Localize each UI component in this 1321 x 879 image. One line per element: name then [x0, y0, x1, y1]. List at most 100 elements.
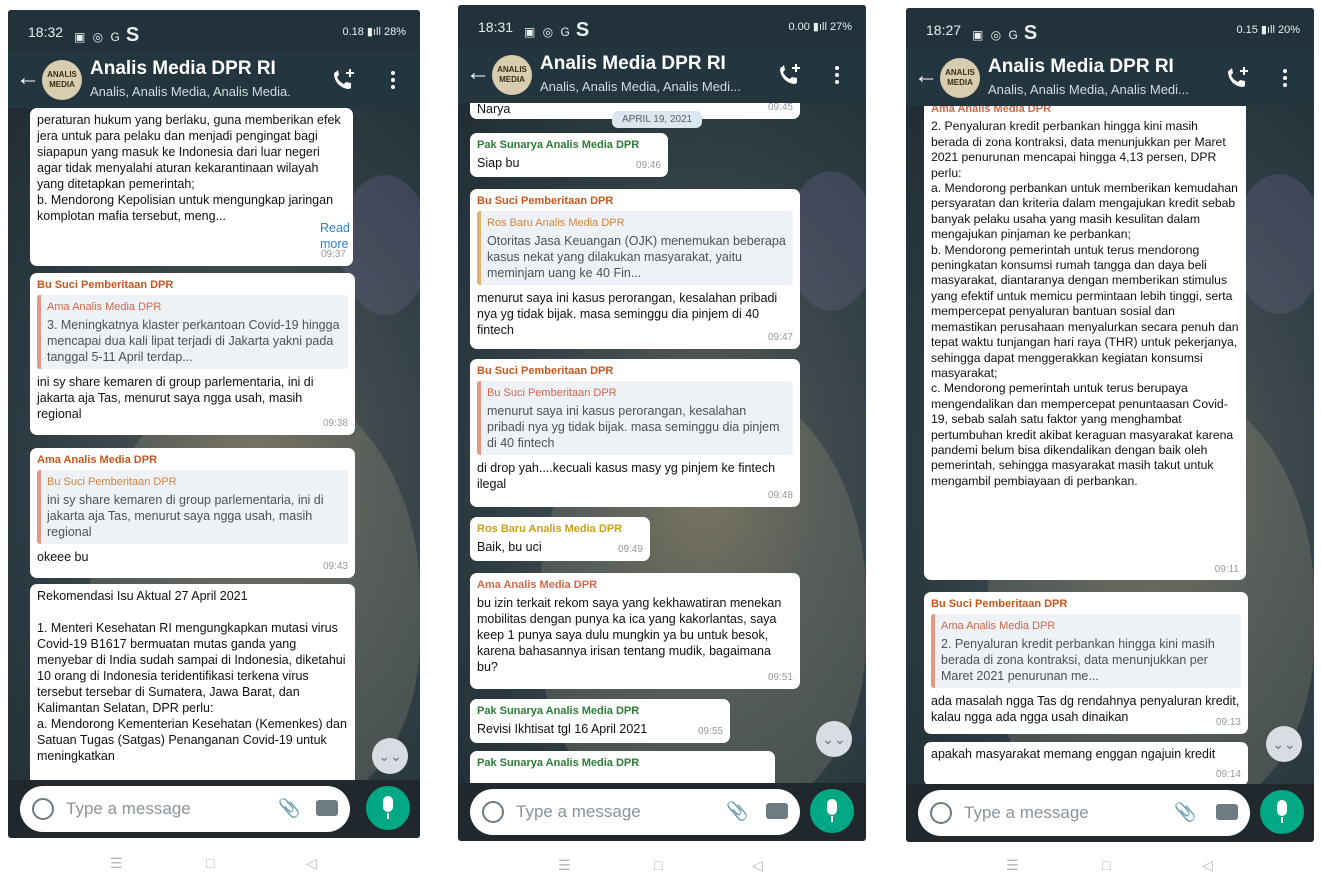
attach-icon[interactable]: 📎	[278, 798, 300, 819]
message-bubble[interactable]: Ros Baru Analis Media DPR Baik, bu uci 0…	[470, 517, 650, 561]
message-bubble[interactable]: apakah masyarakat memang enggan ngajuin …	[924, 742, 1248, 784]
message-bubble[interactable]: Pak Sunarya Analis Media DPR	[470, 751, 775, 783]
mic-button[interactable]	[366, 786, 410, 830]
quoted-message[interactable]: Ros Baru Analis Media DPR Otoritas Jasa …	[477, 211, 793, 285]
add-call-icon[interactable]	[776, 61, 804, 89]
quoted-message[interactable]: Bu Suci Pemberitaan DPR ini sy share kem…	[37, 470, 348, 544]
chat-title[interactable]: Analis Media DPR RI	[540, 53, 726, 75]
overflow-menu-icon[interactable]	[388, 68, 398, 92]
add-call-icon[interactable]	[1224, 64, 1252, 92]
back-arrow-icon[interactable]: ←	[466, 61, 490, 85]
message-bubble[interactable]: Bu Suci Pemberitaan DPR Ros Baru Analis …	[470, 189, 800, 349]
mic-icon	[827, 799, 837, 815]
scroll-down-button[interactable]: ⌄⌄	[1266, 726, 1302, 762]
emoji-icon[interactable]	[32, 798, 54, 820]
message-time: 09:49	[617, 544, 643, 555]
message-bubble[interactable]: Pak Sunarya Analis Media DPR Revisi Ikht…	[470, 699, 730, 743]
back-nav-icon[interactable]: ◁	[1202, 857, 1213, 874]
mic-button[interactable]	[1260, 790, 1304, 834]
chat-messages-area[interactable]: Ama Analis Media DPR 2. Penyaluran kredi…	[906, 106, 1314, 784]
message-bubble[interactable]: Ama Analis Media DPR bu izin terkait rek…	[470, 573, 800, 689]
emoji-icon[interactable]	[930, 802, 952, 824]
chat-title[interactable]: Analis Media DPR RI	[988, 56, 1174, 78]
message-input-bar[interactable]: Type a message 📎	[918, 790, 1250, 836]
overflow-menu-icon[interactable]	[832, 63, 842, 87]
message-sender: Ama Analis Media DPR	[931, 106, 1052, 115]
overflow-menu-icon[interactable]	[1280, 66, 1290, 90]
back-nav-icon[interactable]: ◁	[752, 857, 763, 874]
phone-screenshot-2: 18:31 ▣ ◎ GS 0.00 ▮ıll 27% ← ANALIS MEDI…	[458, 5, 866, 841]
message-text: ada masalah ngga Tas dg rendahnya penyal…	[931, 694, 1240, 724]
message-sender: Bu Suci Pemberitaan DPR	[37, 279, 174, 291]
chat-members-subtitle[interactable]: Analis, Analis Media, Analis Medi...	[540, 79, 740, 94]
message-input[interactable]: Type a message	[66, 799, 191, 819]
message-bubble[interactable]: Ama Analis Media DPR 2. Penyaluran kredi…	[924, 106, 1246, 580]
mic-icon	[1277, 800, 1287, 816]
chat-members-subtitle[interactable]: Analis, Analis Media, Analis Media...	[90, 84, 290, 99]
message-bubble[interactable]: Bu Suci Pemberitaan DPR Bu Suci Pemberit…	[470, 359, 800, 507]
chat-members-subtitle[interactable]: Analis, Analis Media, Analis Medi...	[988, 82, 1188, 97]
message-time: 09:47	[767, 332, 793, 343]
home-nav-icon[interactable]: □	[206, 855, 214, 871]
phone-screenshot-1: 18:32 ▣ ◎ GS 0.18 ▮ıll 28% ← ANALIS MEDI…	[8, 10, 420, 838]
quoted-message[interactable]: Ama Analis Media DPR 2. Penyaluran kredi…	[931, 614, 1241, 688]
quoted-message[interactable]: Bu Suci Pemberitaan DPR menurut saya ini…	[477, 381, 793, 455]
home-nav-icon[interactable]: □	[1102, 857, 1110, 873]
chat-header[interactable]: ← ANALIS MEDIA Analis Media DPR RI Anali…	[8, 52, 420, 108]
message-bubble[interactable]: Bu Suci Pemberitaan DPR Ama Analis Media…	[924, 592, 1248, 734]
back-nav-icon[interactable]: ◁	[306, 855, 317, 872]
message-text: 2. Penyaluran kredit perbankan hingga ki…	[931, 119, 1239, 488]
message-time: 09:14	[1215, 769, 1241, 780]
message-time: 09:51	[767, 672, 793, 683]
add-call-icon[interactable]	[330, 66, 358, 94]
message-time: 09:38	[322, 418, 348, 429]
group-avatar[interactable]: ANALIS MEDIA	[492, 55, 532, 95]
menu-nav-icon[interactable]: ☰	[558, 857, 571, 874]
menu-nav-icon[interactable]: ☰	[1006, 857, 1019, 874]
message-input-bar[interactable]: Type a message 📎	[470, 789, 800, 835]
status-signal-battery: 0.18 ▮ıll 28%	[342, 26, 406, 38]
camera-icon[interactable]	[316, 800, 338, 816]
chat-header[interactable]: ← ANALIS MEDIA Analis Media DPR RI Anali…	[906, 50, 1314, 106]
message-time: 09:55	[697, 726, 723, 737]
scroll-down-button[interactable]: ⌄⌄	[816, 721, 852, 757]
group-avatar[interactable]: ANALIS MEDIA	[940, 58, 980, 98]
status-bar: 18:31 ▣ ◎ GS 0.00 ▮ıll 27%	[458, 5, 866, 47]
chat-messages-area[interactable]: peraturan hukum yang berlaku, guna membe…	[8, 108, 420, 780]
message-input[interactable]: Type a message	[964, 803, 1089, 823]
message-sender: Ama Analis Media DPR	[37, 454, 158, 466]
message-input-bar[interactable]: Type a message 📎	[20, 786, 350, 832]
phone-screenshot-3: 18:27 ▣ ◎ GS 0.15 ▮ıll 20% ← ANALIS MEDI…	[906, 8, 1314, 842]
mic-button[interactable]	[810, 789, 854, 833]
message-bubble[interactable]: Bu Suci Pemberitaan DPR Ama Analis Media…	[30, 273, 355, 435]
quoted-sender: Ros Baru Analis Media DPR	[487, 217, 625, 229]
message-bubble[interactable]: peraturan hukum yang berlaku, guna membe…	[30, 108, 353, 266]
scroll-down-button[interactable]: ⌄⌄	[372, 738, 408, 774]
menu-nav-icon[interactable]: ☰	[110, 855, 123, 872]
status-time: 18:32	[28, 24, 64, 40]
quoted-message[interactable]: Ama Analis Media DPR 3. Meningkatnya kla…	[37, 295, 348, 369]
message-sender: Bu Suci Pemberitaan DPR	[477, 195, 614, 207]
message-time: 09:48	[767, 490, 793, 501]
group-avatar[interactable]: ANALIS MEDIA	[42, 60, 82, 100]
emoji-icon[interactable]	[482, 801, 504, 823]
status-notification-icons: ▣ ◎ GS	[524, 19, 590, 41]
message-input[interactable]: Type a message	[516, 802, 641, 822]
message-bubble[interactable]: Rekomendasi Isu Aktual 27 April 2021 1. …	[30, 584, 355, 780]
home-nav-icon[interactable]: □	[654, 857, 662, 873]
chat-title[interactable]: Analis Media DPR RI	[90, 58, 276, 80]
message-sender: Bu Suci Pemberitaan DPR	[931, 598, 1068, 610]
attach-icon[interactable]: 📎	[726, 801, 748, 822]
message-bubble[interactable]: Ama Analis Media DPR Bu Suci Pemberitaan…	[30, 448, 355, 578]
status-time: 18:27	[926, 22, 962, 38]
message-sender: Ros Baru Analis Media DPR	[477, 523, 623, 535]
back-arrow-icon[interactable]: ←	[914, 64, 938, 88]
attach-icon[interactable]: 📎	[1174, 802, 1196, 823]
chat-header[interactable]: ← ANALIS MEDIA Analis Media DPR RI Anali…	[458, 47, 866, 103]
message-bubble[interactable]: Pak Sunarya Analis Media DPR Siap bu 09:…	[470, 133, 668, 177]
camera-icon[interactable]	[766, 803, 788, 819]
chat-messages-area[interactable]: Narya 09:45 APRIL 19, 2021 Pak Sunarya A…	[458, 103, 866, 783]
back-arrow-icon[interactable]: ←	[16, 66, 40, 90]
camera-icon[interactable]	[1216, 804, 1238, 820]
status-signal-battery: 0.00 ▮ıll 27%	[788, 21, 852, 33]
